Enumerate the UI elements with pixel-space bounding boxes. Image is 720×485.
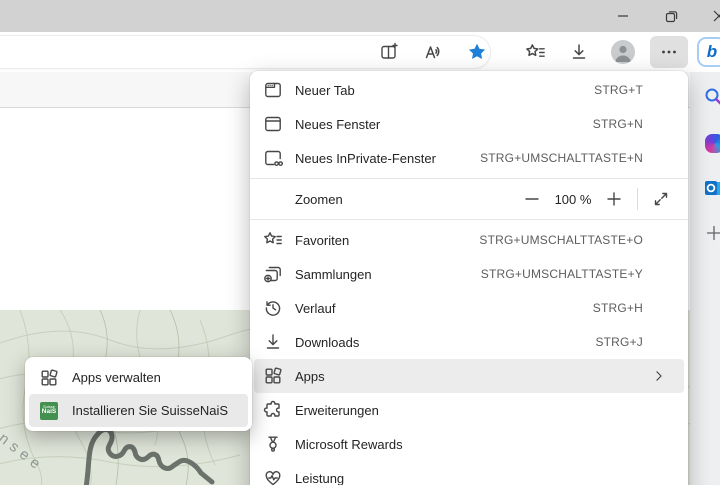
- restore-button[interactable]: [658, 3, 684, 29]
- collections-icon: [263, 264, 283, 284]
- menu-separator: [250, 178, 688, 179]
- menu-item-label: Neues Fenster: [295, 117, 380, 132]
- sidebar-outlook-icon[interactable]: [702, 176, 720, 200]
- read-aloud-button[interactable]: [416, 36, 450, 68]
- extensions-icon: [263, 400, 283, 420]
- profile-button[interactable]: [606, 36, 640, 68]
- sidebar-search-icon[interactable]: [702, 85, 720, 109]
- avatar: [611, 40, 635, 64]
- split-screen-button[interactable]: [372, 36, 406, 68]
- menu-item-label: Downloads: [295, 335, 359, 350]
- menu-item-shortcut: STRG+T: [594, 83, 674, 97]
- menu-item-label: Sammlungen: [295, 267, 372, 282]
- rewards-icon: [263, 434, 283, 454]
- suissenais-logo-icon: SuisseNaiS: [39, 401, 59, 421]
- menu-item-label: Microsoft Rewards: [295, 437, 403, 452]
- zoom-level-value: 100 %: [547, 192, 599, 207]
- zoom-divider: [637, 188, 638, 210]
- inprivate-icon: [263, 148, 283, 168]
- map-lake-label: nsee: [0, 430, 47, 476]
- menu-item-sammlungen[interactable]: Sammlungen STRG+UMSCHALTTASTE+Y: [250, 257, 688, 291]
- fullscreen-button[interactable]: [646, 185, 676, 213]
- menu-item-label: Erweiterungen: [295, 403, 379, 418]
- menu-item-label: Favoriten: [295, 233, 349, 248]
- menu-item-downloads[interactable]: Downloads STRG+J: [250, 325, 688, 359]
- map-river: [86, 429, 212, 485]
- submenu-item-apps-verwalten[interactable]: Apps verwalten: [29, 361, 248, 394]
- menu-item-apps[interactable]: Apps: [254, 359, 684, 393]
- minimize-button[interactable]: [610, 3, 636, 29]
- submenu-item-installieren-sie-suissenais[interactable]: SuisseNaiS Installieren Sie SuisseNaiS: [29, 394, 248, 427]
- menu-item-leistung[interactable]: Leistung: [250, 461, 688, 485]
- menu-item-shortcut: STRG+H: [593, 301, 674, 315]
- menu-item-shortcut: STRG+UMSCHALTTASTE+O: [479, 233, 674, 247]
- menu-separator: [250, 219, 688, 220]
- bing-chat-icon[interactable]: b: [697, 37, 720, 67]
- menu-item-shortcut: STRG+J: [595, 335, 674, 349]
- favorite-star-icon[interactable]: [460, 36, 494, 68]
- favorites-icon: [263, 230, 283, 250]
- history-icon: [263, 298, 283, 318]
- zoom-in-button[interactable]: [599, 185, 629, 213]
- chevron-right-icon: [652, 369, 674, 383]
- apps-submenu: Apps verwalten SuisseNaiS Installieren Sie…: [25, 357, 252, 431]
- submenu-item-label: Apps verwalten: [72, 370, 161, 385]
- menu-item-neues-fenster[interactable]: Neues Fenster STRG+N: [250, 107, 688, 141]
- menu-item-favoriten[interactable]: Favoriten STRG+UMSCHALTTASTE+O: [250, 223, 688, 257]
- new-tab-icon: [263, 80, 283, 100]
- apps-icon: [263, 366, 283, 386]
- menu-item-neuer-tab[interactable]: Neuer Tab STRG+T: [250, 73, 688, 107]
- edge-browser-window: { "window": {"app": "Microsoft Edge"}, "…: [0, 0, 720, 485]
- performance-icon: [263, 468, 283, 485]
- favorites-hub-button[interactable]: [518, 36, 552, 68]
- settings-more-button[interactable]: [650, 36, 688, 68]
- menu-item-shortcut: STRG+UMSCHALTTASTE+N: [480, 151, 674, 165]
- menu-item-shortcut: STRG+N: [593, 117, 674, 131]
- downloads-icon: [263, 332, 283, 352]
- menu-item-shortcut: STRG+UMSCHALTTASTE+Y: [481, 267, 674, 281]
- apps-icon: [39, 368, 59, 388]
- menu-item-erweiterungen[interactable]: Erweiterungen: [250, 393, 688, 427]
- menu-item-label: Zoomen: [295, 192, 343, 207]
- close-button[interactable]: [706, 3, 720, 29]
- new-window-icon: [263, 114, 283, 134]
- menu-item-microsoft-rewards[interactable]: Microsoft Rewards: [250, 427, 688, 461]
- sidebar-microsoft365-icon[interactable]: [702, 131, 720, 155]
- menu-item-neues-inprivate-fenster[interactable]: Neues InPrivate-Fenster STRG+UMSCHALTTAST…: [250, 141, 688, 175]
- menu-item-label: Apps: [295, 369, 325, 384]
- sidebar-add-icon[interactable]: [702, 221, 720, 245]
- menu-item-label: Neuer Tab: [295, 83, 355, 98]
- menu-item-verlauf[interactable]: Verlauf STRG+H: [250, 291, 688, 325]
- menu-item-label: Neues InPrivate-Fenster: [295, 151, 436, 166]
- menu-item-label: Leistung: [295, 471, 344, 485]
- bing-letter: b: [707, 42, 717, 62]
- menu-item-label: Verlauf: [295, 301, 335, 316]
- window-titlebar: [0, 0, 720, 32]
- submenu-item-label: Installieren Sie SuisseNaiS: [72, 403, 228, 418]
- zoom-out-button[interactable]: [517, 185, 547, 213]
- settings-menu: Neuer TabSTRG+TNeues FensterSTRG+NNeues …: [250, 71, 688, 485]
- menu-item-zoom: Zoomen 100 %: [250, 182, 688, 216]
- downloads-button[interactable]: [562, 36, 596, 68]
